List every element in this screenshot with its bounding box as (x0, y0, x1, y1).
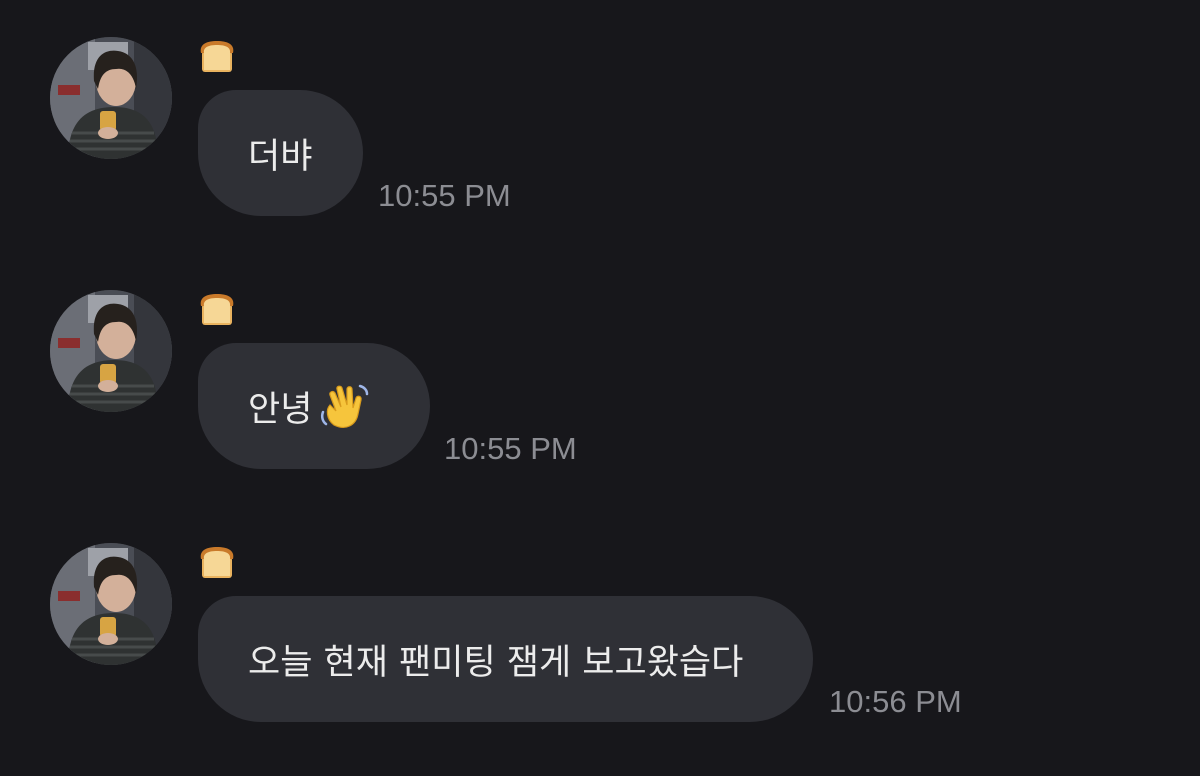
profile-photo-avatar (50, 290, 172, 412)
chat-message: 안녕 10:55 PM (0, 253, 1200, 469)
chat-message: 더뱌 10:55 PM (0, 0, 1200, 216)
chat-message: 오늘 현재 팬미팅 잼게 보고왔습다 10:56 PM (0, 506, 1200, 722)
bread-emoji-icon (197, 39, 237, 75)
message-text: 오늘 현재 팬미팅 잼게 보고왔습다 (248, 642, 744, 683)
message-timestamp: 10:56 PM (829, 684, 962, 719)
message-timestamp: 10:55 PM (444, 431, 577, 466)
chat-message-list: 더뱌 10:55 PM 안녕 10:55 PM 오늘 현재 팬미팅 잼게 보고왔… (0, 0, 1200, 776)
message-bubble[interactable]: 오늘 현재 팬미팅 잼게 보고왔습다 (198, 596, 813, 722)
message-bubble[interactable]: 더뱌 (198, 90, 363, 216)
profile-photo-avatar (50, 543, 172, 665)
avatar[interactable] (50, 37, 172, 159)
bread-emoji-icon (197, 292, 237, 328)
message-bubble[interactable]: 안녕 (198, 343, 430, 469)
message-text: 더뱌 (248, 136, 313, 177)
avatar[interactable] (50, 290, 172, 412)
waving-hand-emoji-icon (320, 381, 370, 431)
message-text: 안녕 (248, 389, 313, 430)
bread-emoji-icon (197, 545, 237, 581)
profile-photo-avatar (50, 37, 172, 159)
message-timestamp: 10:55 PM (378, 178, 511, 213)
avatar[interactable] (50, 543, 172, 665)
